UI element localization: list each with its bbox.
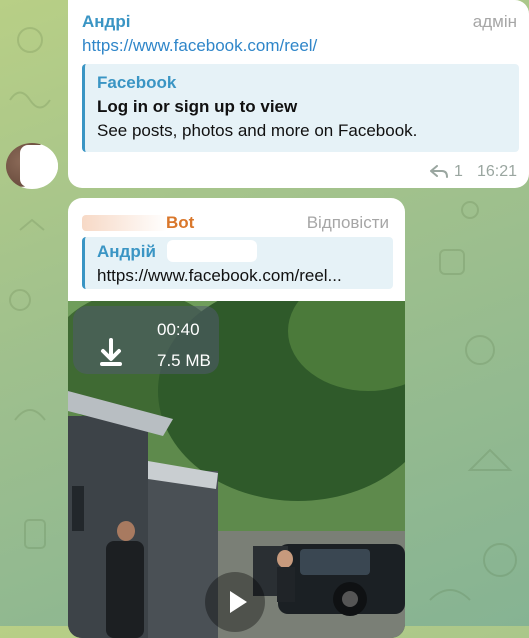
video-size: 7.5 MB bbox=[157, 351, 211, 370]
download-panel: 00:40 7.5 MB bbox=[73, 306, 219, 374]
link-preview[interactable]: Facebook Log in or sign up to view See p… bbox=[82, 64, 519, 152]
quoted-sender-redaction bbox=[167, 240, 257, 262]
message-link[interactable]: https://www.facebook.com/reel/ bbox=[82, 36, 317, 56]
reply-button[interactable]: Відповісти bbox=[307, 213, 389, 233]
message-time: 16:21 bbox=[476, 163, 517, 180]
quoted-text: https://www.facebook.com/reel... bbox=[97, 266, 342, 285]
quoted-message[interactable]: Андрій https://www.facebook.com/reel... bbox=[82, 237, 393, 289]
preview-site-name: Facebook bbox=[97, 73, 177, 92]
quoted-sender: Андрій bbox=[97, 242, 156, 261]
preview-description: See posts, photos and more on Facebook. bbox=[97, 121, 418, 140]
play-button[interactable] bbox=[205, 572, 265, 632]
bot-sender-name[interactable]: Bot bbox=[166, 213, 194, 233]
message-meta: 1 16:21 bbox=[430, 163, 517, 181]
sender-redaction bbox=[82, 215, 168, 231]
admin-badge: адмін bbox=[472, 12, 517, 31]
reply-count[interactable]: 1 bbox=[454, 163, 463, 181]
download-icon[interactable] bbox=[83, 324, 139, 380]
message-bubble-2[interactable]: Bot Відповісти Андрій https://www.facebo… bbox=[68, 198, 405, 638]
avatar-redaction bbox=[20, 145, 58, 187]
reply-arrow-icon[interactable] bbox=[430, 165, 449, 179]
preview-title: Log in or sign up to view bbox=[97, 97, 298, 116]
play-icon bbox=[230, 591, 247, 613]
sender-name[interactable]: Андрі bbox=[82, 12, 130, 32]
video-attachment[interactable]: 00:40 7.5 MB bbox=[68, 301, 405, 638]
message-bubble-1[interactable]: Андрі адмін https://www.facebook.com/ree… bbox=[68, 0, 529, 188]
user-avatar[interactable] bbox=[6, 143, 58, 189]
video-duration: 00:40 bbox=[157, 320, 200, 339]
